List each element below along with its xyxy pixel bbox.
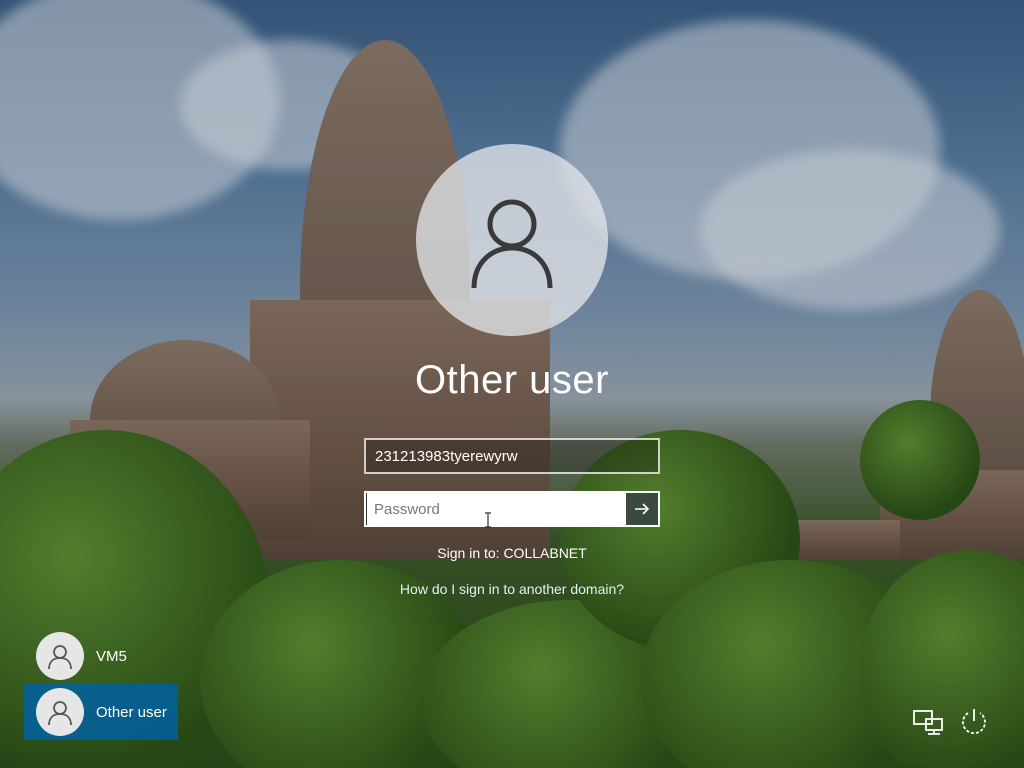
- avatar: [36, 632, 84, 680]
- sign-in-domain-text: Sign in to: COLLABNET: [437, 545, 587, 561]
- user-icon: [48, 645, 72, 669]
- user-icon: [48, 701, 72, 725]
- text-cursor-icon: [484, 512, 492, 532]
- user-avatar-large: [416, 144, 608, 336]
- password-row: [364, 491, 660, 527]
- network-icon: [913, 710, 943, 735]
- password-input[interactable]: [366, 493, 626, 525]
- submit-arrow-button[interactable]: [626, 493, 658, 525]
- avatar: [36, 688, 84, 736]
- user-item-vm5[interactable]: VM5: [24, 628, 178, 684]
- user-switcher-list: VM5 Other user: [24, 628, 178, 740]
- user-item-other-user[interactable]: Other user: [24, 684, 178, 740]
- user-item-label: VM5: [96, 647, 127, 665]
- username-field[interactable]: 231213983tyerewyrw: [364, 438, 660, 474]
- user-item-label: Other user: [96, 703, 167, 721]
- user-icon: [471, 199, 553, 288]
- power-button[interactable]: [956, 704, 992, 740]
- power-icon: [962, 709, 986, 735]
- user-display-name: Other user: [415, 358, 609, 402]
- network-button[interactable]: [910, 704, 946, 740]
- domain-help-link[interactable]: How do I sign in to another domain?: [312, 581, 712, 597]
- arrow-right-icon: [635, 503, 650, 515]
